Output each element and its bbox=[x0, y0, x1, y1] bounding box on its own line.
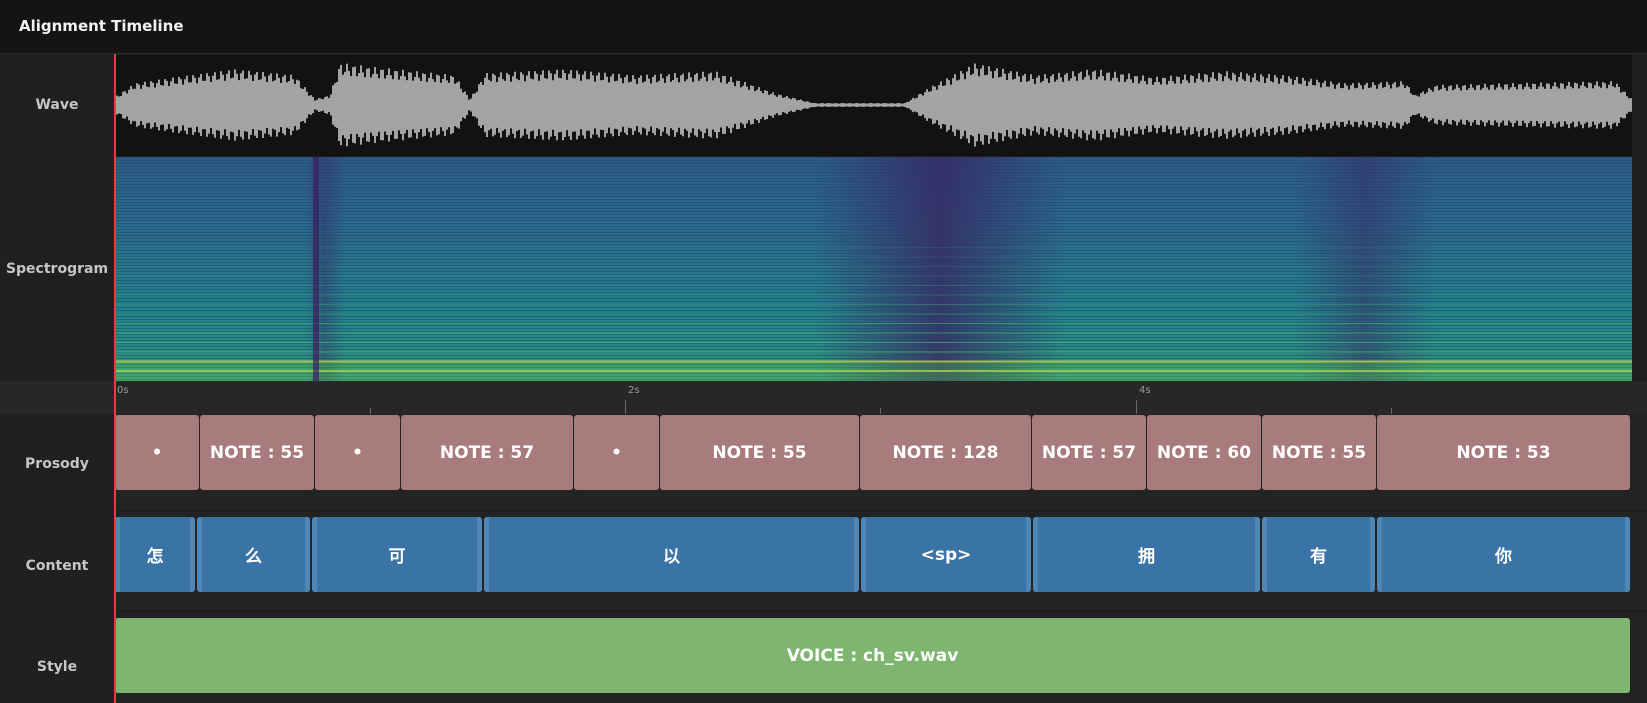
content-block[interactable]: 可 bbox=[312, 517, 482, 592]
prosody-block[interactable]: NOTE : 53 bbox=[1377, 415, 1630, 490]
track-label-content: Content bbox=[25, 558, 89, 574]
spectrogram-graphic bbox=[115, 157, 1632, 381]
prosody-block[interactable]: • bbox=[115, 415, 199, 490]
style-voice-block[interactable]: VOICE : ch_sv.wav bbox=[115, 618, 1630, 693]
time-ruler[interactable]: 0s 2s 4s bbox=[0, 381, 1647, 414]
prosody-block[interactable]: • bbox=[574, 415, 659, 490]
prosody-block[interactable]: NOTE : 57 bbox=[401, 415, 573, 490]
track-label-prosody: Prosody bbox=[25, 456, 89, 472]
track-label-style: Style bbox=[36, 659, 78, 675]
prosody-block[interactable]: NOTE : 57 bbox=[1032, 415, 1146, 490]
track-label-wave: Wave bbox=[35, 97, 79, 113]
ruler-label: 2s bbox=[628, 385, 640, 396]
content-block[interactable]: <sp> bbox=[861, 517, 1031, 592]
prosody-block[interactable]: NOTE : 55 bbox=[1262, 415, 1376, 490]
ruler-tick bbox=[625, 400, 626, 414]
title-bar: Alignment Timeline bbox=[0, 0, 1647, 54]
ruler-label: 0s bbox=[117, 385, 129, 396]
playhead-cursor[interactable] bbox=[114, 54, 116, 703]
content-block[interactable]: 你 bbox=[1377, 517, 1630, 592]
ruler-label: 4s bbox=[1139, 385, 1151, 396]
prosody-block[interactable]: • bbox=[315, 415, 400, 490]
spectrogram-track[interactable] bbox=[115, 157, 1632, 381]
content-block[interactable]: 以 bbox=[484, 517, 859, 592]
prosody-block[interactable]: NOTE : 55 bbox=[200, 415, 314, 490]
track-label-spectrogram: Spectrogram bbox=[5, 261, 109, 277]
track-label-column bbox=[0, 54, 114, 703]
waveform-path bbox=[114, 63, 1632, 147]
alignment-timeline-window: Alignment Timeline Wave Spectrogram Pros… bbox=[0, 0, 1647, 703]
content-block[interactable]: 有 bbox=[1262, 517, 1375, 592]
content-block[interactable]: 拥 bbox=[1033, 517, 1260, 592]
prosody-block[interactable]: NOTE : 60 bbox=[1147, 415, 1261, 490]
time-ruler-inner: 0s 2s 4s bbox=[115, 381, 1647, 414]
waveform-track[interactable] bbox=[114, 55, 1632, 156]
prosody-block[interactable]: NOTE : 55 bbox=[660, 415, 859, 490]
ruler-tick bbox=[1136, 400, 1137, 414]
waveform-graphic bbox=[114, 63, 1632, 147]
content-block[interactable]: 么 bbox=[197, 517, 310, 592]
prosody-block[interactable]: NOTE : 128 bbox=[860, 415, 1031, 490]
content-block[interactable]: 怎 bbox=[115, 517, 195, 592]
window-title: Alignment Timeline bbox=[19, 17, 184, 35]
